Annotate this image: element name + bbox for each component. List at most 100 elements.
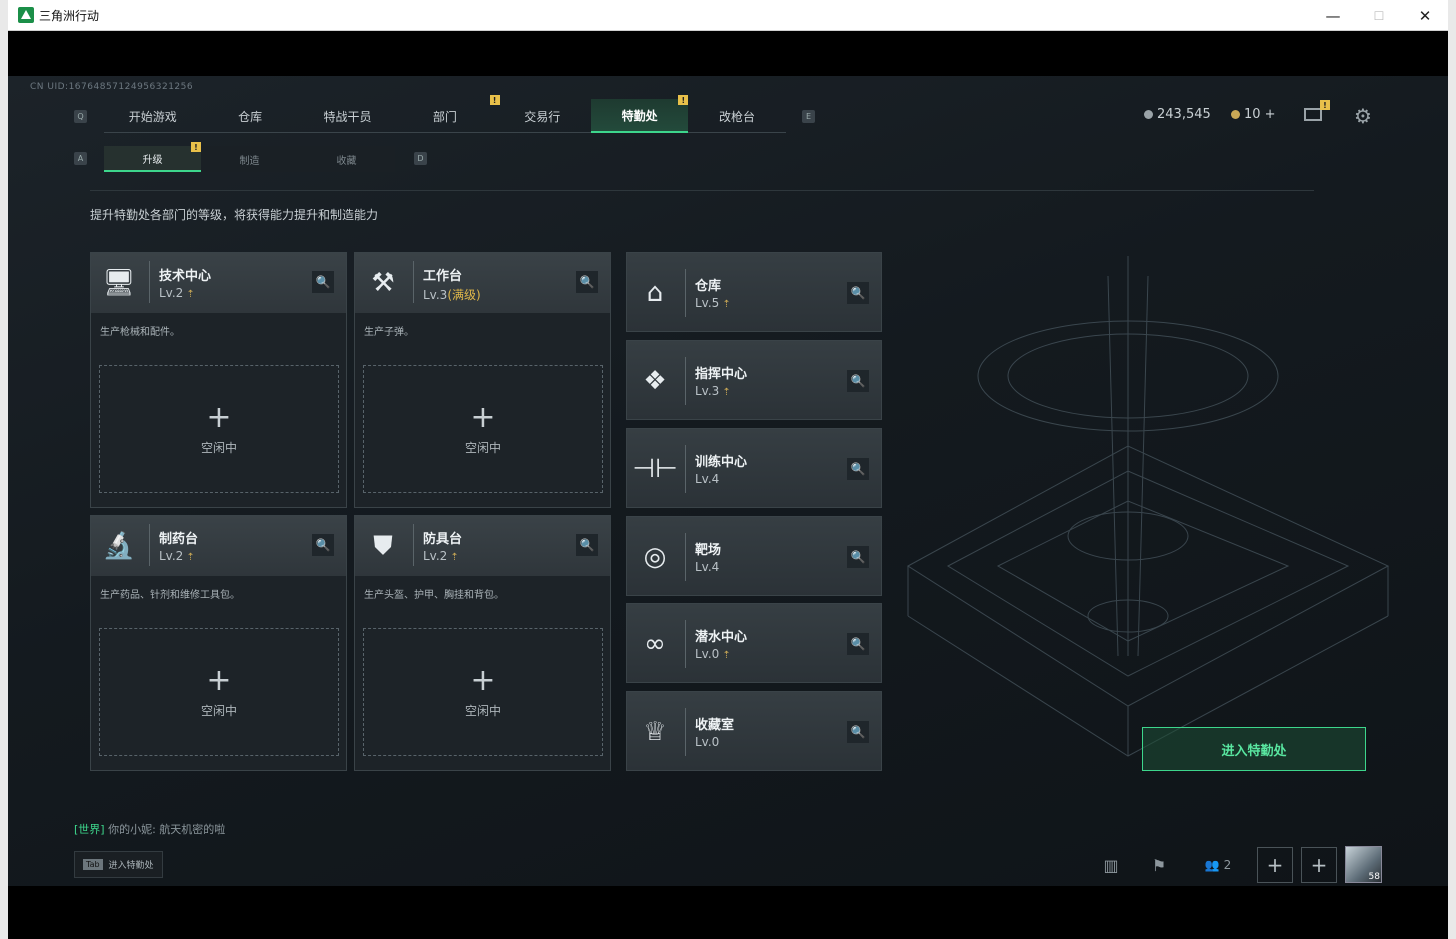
subtab-upgrade[interactable]: 升级! [104,142,201,172]
invite-slot-2[interactable]: + [1301,847,1337,883]
facility-card-collection-room[interactable]: ♕ 收藏室 Lv.0 🔍 [626,691,882,771]
coin-balance: 243,545 [1144,107,1211,122]
card-level: Lv.3(满级) [423,286,481,303]
game-viewport: CN UID:16764857124956321256 Q 开始游戏 仓库 特战… [8,76,1448,886]
tab-hint-button[interactable]: Tab 进入特勤处 [74,851,163,878]
tab-gunsmith[interactable]: 改枪台 [688,99,785,133]
card-divider [685,445,686,493]
search-icon[interactable]: 🔍 [312,271,334,293]
search-icon[interactable]: 🔍 [847,370,869,392]
facility-card-command-center[interactable]: ❖ 指挥中心 Lv.3 ⇡ 🔍 [626,340,882,420]
card-description: 生产枪械和配件。 [100,327,180,338]
card-divider [413,524,414,566]
settings-gear-icon[interactable]: ⚙ [1354,104,1372,128]
special-ops-alert-badge: ! [678,95,689,105]
card-level-value: Lv.0 [695,735,720,749]
workshop-card-workbench[interactable]: ⚒ 工作台 Lv.3(满级) 🔍 生产子弹。 + 空闲中 [354,252,611,508]
search-icon[interactable]: 🔍 [576,271,598,293]
tab-operators[interactable]: 特战干员 [299,99,396,133]
subtab-collection[interactable]: 收藏 [298,146,395,172]
card-level: Lv.2 ⇡ [159,286,195,300]
upgrade-arrow-icon: ⇡ [186,289,195,300]
tab-special-ops-label: 特勤处 [621,108,658,123]
upgrade-arrow-icon: ⇡ [450,552,459,563]
search-icon[interactable]: 🔍 [576,534,598,556]
tab-warehouse[interactable]: 仓库 [201,99,298,133]
search-icon[interactable]: 🔍 [847,458,869,480]
plus-icon: + [470,399,496,435]
production-slot[interactable]: + 空闲中 [99,365,339,493]
microscope-icon: 🔬 [102,531,136,561]
stats-chart-icon[interactable]: ▥ [1098,847,1124,883]
card-level-value: Lv.3 [695,384,720,398]
subnav-right-key: D [414,152,427,165]
plus-icon: + [206,399,232,435]
search-icon[interactable]: 🔍 [312,534,334,556]
card-divider [685,357,686,405]
enter-special-ops-button[interactable]: 进入特勤处 [1142,727,1366,771]
page-description: 提升特勤处各部门的等级，将获得能力提升和制造能力 [90,208,379,222]
maximize-button[interactable]: ☐ [1356,0,1402,31]
minimize-button[interactable]: — [1310,0,1356,31]
app-logo-icon [18,7,34,23]
slot-status: 空闲中 [200,703,237,718]
workshop-card-pharmacy[interactable]: 🔬 制药台 Lv.2 ⇡ 🔍 生产药品、针剂和维修工具包。 + 空闲中 [90,515,347,771]
subnav-left-key: A [74,152,87,165]
card-level: Lv.0 ⇡ [695,647,731,661]
card-divider [685,620,686,668]
player-uid: CN UID:16764857124956321256 [30,82,194,92]
workshop-card-tech-center[interactable]: 🖥 技术中心 Lv.2 ⇡ 🔍 生产枪械和配件。 + 空闲中 [90,252,347,508]
friends-count: 2 [1223,858,1232,872]
nav-right-key: E [802,110,815,123]
tab-department[interactable]: 部门! [396,95,500,133]
plus-icon: + [206,662,232,698]
card-title: 工作台 [423,269,463,284]
close-button[interactable]: ✕ [1402,0,1448,31]
workshop-card-armory[interactable]: ⛊ 防具台 Lv.2 ⇡ 🔍 生产头盔、护甲、胸挂和背包。 + 空闲中 [354,515,611,771]
slot-status: 空闲中 [464,440,501,455]
production-slot[interactable]: + 空闲中 [363,628,603,756]
card-header: ⚒ 工作台 Lv.3(满级) 🔍 [355,253,610,313]
tab-market[interactable]: 交易行 [494,99,591,133]
upgrade-arrow-icon: ⇡ [722,650,731,661]
game-window: 三角洲行动 — ☐ ✕ CN UID:16764857124956321256 … [8,0,1448,939]
upgrade-arrow-icon: ⇡ [722,387,731,398]
friends-button[interactable]: 👥 2 [1198,847,1238,883]
target-icon: ◎ [643,542,667,572]
computer-icon: 🖥 [102,268,136,298]
search-icon[interactable]: 🔍 [847,546,869,568]
facility-card-diving-center[interactable]: ∞ 潜水中心 Lv.0 ⇡ 🔍 [626,603,882,683]
facility-card-training-center[interactable]: ⊣⊢ 训练中心 Lv.4 🔍 [626,428,882,508]
facility-card-shooting-range[interactable]: ◎ 靶场 Lv.4 🔍 [626,516,882,596]
nav-left-key: Q [74,110,87,123]
tools-icon: ⚒ [371,268,395,298]
search-icon[interactable]: 🔍 [847,721,869,743]
tab-key: Tab [83,859,103,870]
main-nav: 开始游戏 仓库 特战干员 部门! 交易行 特勤处! 改枪台 [104,95,786,133]
armor-icon: ⛊ [373,530,393,561]
subtab-craft[interactable]: 制造 [201,146,298,172]
base-wireframe-illustration [907,256,1390,757]
card-divider [149,524,150,566]
coin-amount: 243,545 [1157,107,1211,122]
card-title: 制药台 [159,532,199,547]
tab-special-ops[interactable]: 特勤处! [590,95,689,133]
card-level-value: Lv.0 [695,647,720,661]
chat-line: [世界] 你的小妮: 航天机密的啦 [74,821,225,837]
card-title: 仓库 [695,279,722,294]
facility-card-warehouse[interactable]: ⌂ 仓库 Lv.5 ⇡ 🔍 [626,252,882,332]
tab-start-game[interactable]: 开始游戏 [104,99,201,133]
card-divider [685,269,686,317]
ticket-balance[interactable]: 10 + [1231,107,1276,122]
card-title: 指挥中心 [695,367,748,382]
search-icon[interactable]: 🔍 [847,633,869,655]
invite-slot-1[interactable]: + [1257,847,1293,883]
card-header: 🖥 技术中心 Lv.2 ⇡ 🔍 [91,253,346,313]
max-level-tag: (满级) [447,288,481,302]
production-slot[interactable]: + 空闲中 [99,628,339,756]
search-icon[interactable]: 🔍 [847,282,869,304]
flag-icon[interactable]: ⚑ [1146,847,1172,883]
chat-channel: [世界] [74,823,105,836]
production-slot[interactable]: + 空闲中 [363,365,603,493]
avatar[interactable]: 58 [1345,846,1382,883]
